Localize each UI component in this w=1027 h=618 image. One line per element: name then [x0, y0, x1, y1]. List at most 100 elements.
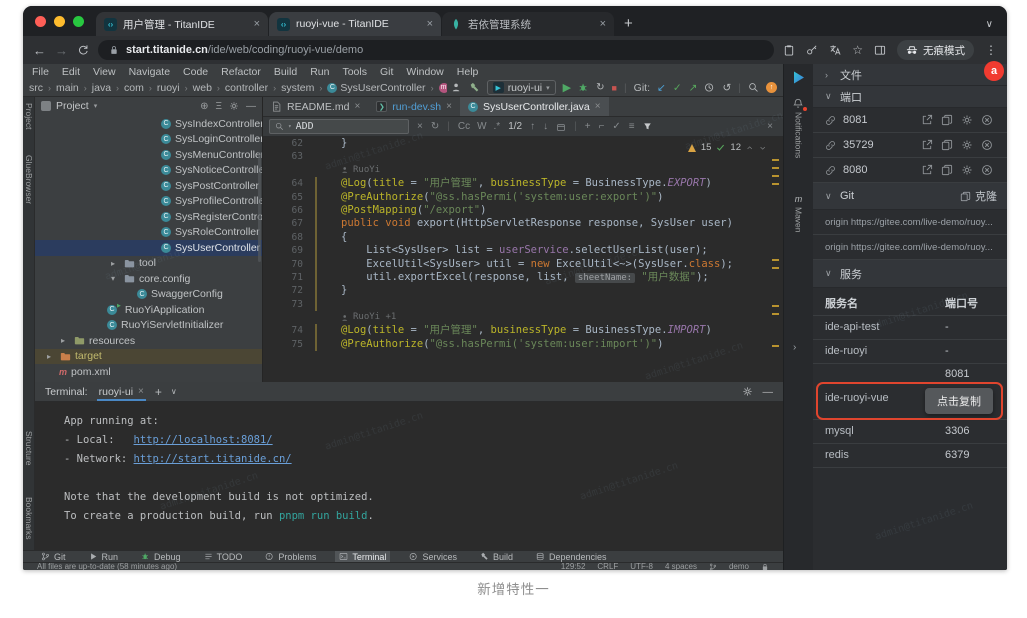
build-hammer-icon[interactable]	[469, 82, 480, 93]
menu-item-run[interactable]: Run	[310, 66, 329, 78]
browser-tab[interactable]: ‹›ruoyi-vue - TitanIDE×	[269, 12, 441, 36]
new-terminal-icon[interactable]: +	[155, 385, 162, 399]
next-problem-icon[interactable]	[759, 144, 767, 152]
browser-tab[interactable]: 若依管理系统×	[442, 12, 614, 36]
close-tab-icon[interactable]: ×	[595, 101, 601, 112]
tree-item[interactable]: CSysLoginController	[35, 132, 262, 148]
tree-item[interactable]: C▶RuoYiApplication	[35, 302, 262, 318]
breadcrumb-item[interactable]: main	[56, 82, 79, 94]
maximize-window-button[interactable]	[73, 16, 84, 27]
back-icon[interactable]: ←	[33, 44, 46, 57]
menu-item-help[interactable]: Help	[457, 66, 479, 78]
tool-window-button-git[interactable]: Git	[37, 551, 70, 562]
service-row-highlighted[interactable]: 8081 ide-ruoyi-vue 点击复制	[813, 364, 1007, 420]
status-item[interactable]: demo	[729, 562, 749, 570]
open-external-icon[interactable]	[921, 139, 933, 151]
author-hint[interactable]: RuoYi +1	[317, 311, 396, 324]
search-input[interactable]: ▾ ADD	[269, 119, 409, 134]
select-all-occurrences-icon[interactable]: ✓	[612, 121, 620, 132]
tree-item[interactable]: CSysRegisterController	[35, 209, 262, 225]
editor-tab[interactable]: ❯run-dev.sh×	[368, 97, 460, 116]
menu-item-navigate[interactable]: Navigate	[129, 66, 170, 78]
close-circle-icon[interactable]	[981, 139, 993, 151]
tool-window-button-services[interactable]: Services	[405, 551, 461, 562]
run-config-select[interactable]: ▶ ruoyi-ui ▾	[487, 80, 556, 95]
minimize-window-button[interactable]	[54, 16, 65, 27]
menu-item-refactor[interactable]: Refactor	[221, 66, 261, 78]
tree-item[interactable]: CSwaggerConfig	[35, 287, 262, 303]
history-clock-icon[interactable]	[704, 82, 715, 93]
git-section-header[interactable]: ∨Git 克隆	[813, 183, 1007, 210]
terminal-settings-gear-icon[interactable]	[742, 386, 753, 397]
settings-gear-icon[interactable]	[961, 139, 973, 151]
tool-window-button-run[interactable]: Run	[85, 551, 123, 562]
user-icon[interactable]	[451, 82, 462, 93]
editor-tab[interactable]: README.md×	[263, 97, 368, 116]
tree-scrollbar[interactable]	[258, 152, 261, 262]
password-key-icon[interactable]	[806, 44, 818, 56]
hide-panel-icon[interactable]: —	[246, 101, 256, 112]
copy-icon[interactable]	[941, 164, 953, 176]
close-tab-icon[interactable]: ×	[254, 18, 260, 30]
port-row[interactable]: 35729	[813, 133, 1007, 158]
terminal-link[interactable]: http://start.titanide.cn/	[134, 453, 292, 465]
error-stripe[interactable]	[772, 137, 779, 382]
prev-match-icon[interactable]: ↑	[530, 121, 535, 132]
tab-overflow-icon[interactable]: ∨	[986, 19, 993, 36]
browser-menu-icon[interactable]: ⋮	[985, 43, 997, 57]
address-bar[interactable]: start.titanide.cn/ide/web/coding/ruoyi-v…	[98, 40, 774, 60]
tree-item[interactable]: CSysRoleController	[35, 225, 262, 241]
filter-funnel-icon[interactable]	[643, 122, 652, 131]
menu-item-file[interactable]: File	[32, 66, 49, 78]
tree-item[interactable]: mpom.xml	[35, 364, 262, 380]
close-find-bar-icon[interactable]: ×	[767, 121, 773, 132]
chevron-right-icon[interactable]: ▸	[61, 336, 70, 345]
tree-item[interactable]: ▸tool	[35, 256, 262, 272]
search-everywhere-icon[interactable]	[748, 82, 759, 93]
collapse-all-icon[interactable]: Ξ	[216, 101, 223, 112]
tool-window-button-todo[interactable]: TODO	[200, 551, 247, 562]
stop-button[interactable]: ■	[612, 83, 617, 93]
tree-item[interactable]: ▸target	[35, 349, 262, 365]
git-clone-button[interactable]: 克隆	[960, 188, 997, 204]
filter-lines-icon[interactable]: ≡	[629, 121, 635, 132]
menu-item-code[interactable]: Code	[183, 66, 208, 78]
breadcrumb-item[interactable]: controller	[225, 82, 268, 94]
tool-window-button-dependencies[interactable]: Dependencies	[532, 551, 611, 562]
breadcrumb-item[interactable]: system	[281, 82, 314, 94]
files-section-header[interactable]: ›文件	[813, 64, 1007, 86]
breadcrumb-item[interactable]: madd	[439, 82, 447, 94]
remove-occurrence-icon[interactable]: ⌐	[599, 121, 605, 132]
settings-gear-icon[interactable]	[961, 164, 973, 176]
search-toggle-.*[interactable]: .*	[494, 121, 501, 132]
search-history-icon[interactable]: ↻	[431, 121, 439, 132]
tree-item[interactable]: CSysMenuController	[35, 147, 262, 163]
service-row[interactable]: ide-api-test-	[813, 316, 1007, 340]
bookmark-star-icon[interactable]: ☆	[852, 43, 863, 57]
close-circle-icon[interactable]	[981, 164, 993, 176]
open-external-icon[interactable]	[921, 164, 933, 176]
chevron-right-icon[interactable]: ▸	[111, 259, 120, 268]
menu-item-edit[interactable]: Edit	[62, 66, 80, 78]
tool-window-button-terminal[interactable]: Terminal	[335, 551, 390, 562]
tool-strip-item-bookmarks[interactable]: Bookmarks	[24, 497, 34, 540]
rollback-icon[interactable]: ↺	[722, 82, 731, 94]
close-terminal-tab-icon[interactable]: ×	[138, 386, 144, 397]
tool-strip-item-structure[interactable]: Structure	[24, 431, 34, 466]
search-toggle-w[interactable]: W	[477, 121, 486, 132]
close-tab-icon[interactable]: ×	[427, 18, 433, 30]
clipboard-icon[interactable]	[783, 44, 795, 56]
breadcrumb-item[interactable]: com	[124, 82, 144, 94]
status-item[interactable]: 129:52	[561, 562, 585, 570]
ports-section-header[interactable]: ∨端口	[813, 86, 1007, 108]
code-area[interactable]: 62}63RuoYi64@Log(title = "用户管理", busines…	[263, 137, 783, 382]
editor-tab[interactable]: CSysUserController.java×	[460, 97, 609, 116]
tool-window-button-debug[interactable]: Debug	[137, 551, 185, 562]
tree-item[interactable]: ▸resources	[35, 333, 262, 349]
breadcrumb-item[interactable]: ruoyi	[157, 82, 180, 94]
close-window-button[interactable]	[35, 16, 46, 27]
add-occurrence-icon[interactable]: +	[585, 121, 591, 132]
next-match-icon[interactable]: ↓	[543, 121, 548, 132]
chevron-down-icon[interactable]: ▾	[111, 274, 120, 283]
menu-item-build[interactable]: Build	[274, 66, 297, 78]
